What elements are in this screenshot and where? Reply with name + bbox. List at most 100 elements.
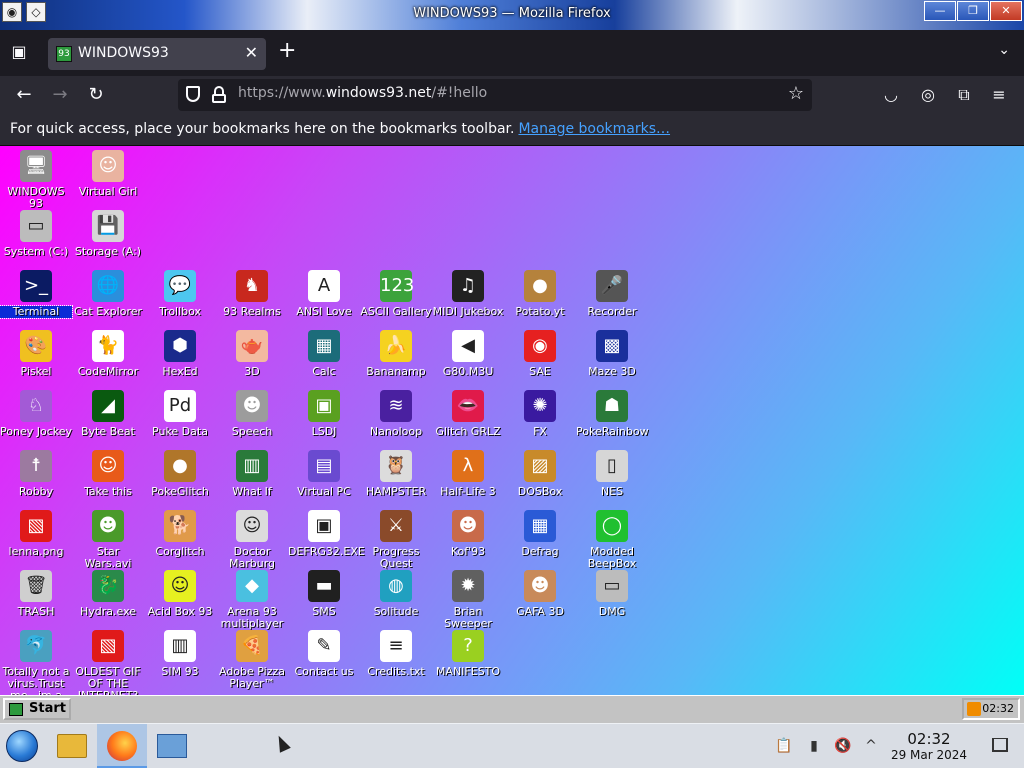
- desktop-icon-take-this[interactable]: ☺ Take this: [72, 450, 144, 498]
- desktop-icon-cat-explorer[interactable]: 🌐 Cat Explorer: [72, 270, 144, 318]
- desktop-icon-storage-a[interactable]: 💾 Storage (A:): [72, 210, 144, 258]
- desktop-icon-virtual-pc[interactable]: ▤ Virtual PC: [288, 450, 360, 498]
- desktop-icon-corglitch[interactable]: 🐕 Corglitch: [144, 510, 216, 558]
- desktop-icon-gafa-3d[interactable]: ☻ GAFA 3D: [504, 570, 576, 618]
- account-icon[interactable]: ◎: [917, 84, 939, 106]
- desktop-icon-93-realms[interactable]: ♞ 93 Realms: [216, 270, 288, 318]
- new-tab-button[interactable]: +: [278, 40, 296, 62]
- volume-muted-icon[interactable]: 🔇: [834, 737, 852, 755]
- desktop-icon-pokeglitch[interactable]: ● PokeGlitch: [144, 450, 216, 498]
- desktop-icon-dmg[interactable]: ▭ DMG: [576, 570, 648, 618]
- close-tab-icon[interactable]: ✕: [245, 43, 258, 62]
- desktop-icon-lenna-png[interactable]: ▧ lenna.png: [0, 510, 72, 558]
- desktop-icon-lsdj[interactable]: ▣ LSDJ: [288, 390, 360, 438]
- back-button[interactable]: ←: [12, 84, 36, 106]
- pocket-icon[interactable]: ◡: [880, 84, 902, 106]
- desktop-icon-sms[interactable]: ▬ SMS: [288, 570, 360, 618]
- desktop-icon-nes[interactable]: ▯ NES: [576, 450, 648, 498]
- desktop-icon-fx[interactable]: ✺ FX: [504, 390, 576, 438]
- desktop-icon-modded-beepbox[interactable]: ◯ Modded BeepBox: [576, 510, 648, 570]
- manage-bookmarks-link[interactable]: Manage bookmarks…: [518, 121, 670, 137]
- start-orb-button[interactable]: [0, 724, 50, 768]
- desktop-icon-recorder[interactable]: 🎤 Recorder: [576, 270, 648, 318]
- desktop-icon-sim-93[interactable]: ▥ SIM 93: [144, 630, 216, 678]
- desktop-icon-oldest-gif-of-the-internet[interactable]: ▧OLDEST GIF OF THE INTERNET?: [72, 630, 144, 695]
- desktop-icon-brian-sweeper[interactable]: ✹ Brian Sweeper: [432, 570, 504, 630]
- desktop-icon-defrg32-exe[interactable]: ▣ DEFRG32.EXE: [288, 510, 365, 558]
- desktop-icon-doctor-marburg[interactable]: ☺ Doctor Marburg: [216, 510, 288, 570]
- desktop-icon-poney-jockey[interactable]: ♘ Poney Jockey: [0, 390, 72, 438]
- desktop-icon-solitude[interactable]: ◍ Solitude: [360, 570, 432, 618]
- desktop-icon-trash[interactable]: 🗑 TRASH: [0, 570, 72, 618]
- url-bar[interactable]: https://www.windows93.net/#!hello ☆: [178, 79, 812, 111]
- desktop-icon-progress-quest[interactable]: ⚔ Progress Quest: [360, 510, 432, 570]
- desktop-icon-terminal[interactable]: >_ Terminal: [0, 270, 73, 319]
- desktop-icon-calc[interactable]: ▦ Calc: [288, 330, 360, 378]
- firefox-view-icon[interactable]: ▣: [8, 42, 30, 64]
- desktop-icon-potato-yt[interactable]: ● Potato.yt: [504, 270, 576, 318]
- desktop-icon-glitch-grlz[interactable]: 👄 Glitch GRLZ: [432, 390, 504, 438]
- desktop-icon-kof-93[interactable]: ☻ Kof'93: [432, 510, 504, 558]
- windows93-tray[interactable]: 02:32: [962, 698, 1020, 720]
- desktop-icon-g80-m3u[interactable]: ◀ G80.M3U: [432, 330, 504, 378]
- minimize-button[interactable]: —: [924, 1, 956, 21]
- tab-windows93[interactable]: 93 WINDOWS93 ✕: [48, 38, 266, 70]
- desktop-icon-maze-3d[interactable]: ▩ Maze 3D: [576, 330, 648, 378]
- desktop-icon-contact-us[interactable]: ✎ Contact us: [288, 630, 360, 678]
- desktop-icon-trollbox[interactable]: 💬 Trollbox: [144, 270, 216, 318]
- desktop-icon-sae[interactable]: ◉ SAE: [504, 330, 576, 378]
- desktop-icon-arena-93-multiplayer[interactable]: ◆ Arena 93 multiplayer: [216, 570, 288, 630]
- desktop-icon-star-wars-avi[interactable]: ☻ Star Wars.avi: [72, 510, 144, 570]
- desktop-icon-credits-txt[interactable]: ≡ Credits.txt: [360, 630, 432, 678]
- tracking-protection-icon[interactable]: [186, 86, 200, 102]
- forward-button[interactable]: →: [48, 84, 72, 106]
- url-text[interactable]: https://www.windows93.net/#!hello: [238, 85, 487, 101]
- desktop-icon-bananamp[interactable]: 🍌 Bananamp: [360, 330, 432, 378]
- clipboard-icon[interactable]: 📋: [775, 737, 793, 755]
- lock-icon[interactable]: [212, 86, 226, 103]
- start-button[interactable]: Start: [3, 698, 71, 720]
- bookmark-star-icon[interactable]: ☆: [788, 83, 804, 104]
- desktop-icon-defrag[interactable]: ▦ Defrag: [504, 510, 576, 558]
- desktop-icon-hexed[interactable]: ⬢ HexEd: [144, 330, 216, 378]
- desktop-icon-pokerainbow[interactable]: ☗ PokeRainbow: [576, 390, 649, 438]
- maximize-button[interactable]: ❐: [957, 1, 989, 21]
- list-all-tabs-button[interactable]: ⌄: [998, 42, 1010, 58]
- desktop-icon-puke-data[interactable]: Pd Puke Data: [144, 390, 216, 438]
- reload-button[interactable]: ↻: [84, 84, 108, 106]
- tray-expand-icon[interactable]: ^: [862, 737, 880, 755]
- taskbar-explorer[interactable]: [48, 724, 98, 768]
- desktop-icon-dosbox[interactable]: ▨ DOSBox: [504, 450, 576, 498]
- host-clock[interactable]: 02:32 29 Mar 2024: [880, 730, 978, 763]
- desktop-icon-adobe-pizza-player[interactable]: 🍕 Adobe Pizza Player™: [216, 630, 288, 690]
- desktop-icon-manifesto[interactable]: ? MANIFESTO: [432, 630, 504, 678]
- windows93-desktop[interactable]: 🖥 WINDOWS 93 ☺ Virtual Girl ▭ System (C:) 💾 Sto…: [0, 146, 1024, 695]
- desktop-icon-windows-93[interactable]: 🖥 WINDOWS 93: [0, 150, 72, 210]
- desktop-icon-ascii-gallery[interactable]: 123 ASCII Gallery: [360, 270, 432, 318]
- desktop-icon-midi-jukebox[interactable]: ♫ MIDI Jukebox: [432, 270, 504, 318]
- desktop-icon-what-if[interactable]: ▥ What If: [216, 450, 288, 498]
- desktop-icon-piskel[interactable]: 🎨 Piskel: [0, 330, 72, 378]
- menu-icon[interactable]: ≡: [988, 84, 1010, 106]
- desktop-icon-hampster[interactable]: 🦉 HAMPSTER: [360, 450, 432, 498]
- taskbar-firefox[interactable]: [97, 724, 147, 768]
- show-desktop-icon[interactable]: [992, 738, 1008, 752]
- desktop-icon-system-c[interactable]: ▭ System (C:): [0, 210, 72, 258]
- battery-icon[interactable]: ▮: [805, 737, 823, 755]
- extensions-icon[interactable]: ⧉: [953, 84, 975, 106]
- desktop-icon-byte-beat[interactable]: ◢ Byte Beat: [72, 390, 144, 438]
- close-window-button[interactable]: ✕: [990, 1, 1022, 21]
- desktop-icon-speech[interactable]: ☻ Speech: [216, 390, 288, 438]
- desktop-icon-virtual-girl[interactable]: ☺ Virtual Girl: [72, 150, 144, 198]
- desktop-icon-half-life-3[interactable]: λ Half-Life 3: [432, 450, 504, 498]
- rss-icon[interactable]: [967, 702, 981, 716]
- desktop-icon-totally-not-a-virus-trust-me-im-a-dolphin[interactable]: 🐬Totally not a virus.Trust me...im a dol…: [0, 630, 72, 695]
- desktop-icon-hydra-exe[interactable]: 🐉 Hydra.exe: [72, 570, 144, 618]
- taskbar-control-panel[interactable]: [148, 724, 198, 768]
- desktop-icon-codemirror[interactable]: 🐈 CodeMirror: [72, 330, 144, 378]
- desktop-icon-robby[interactable]: ☨ Robby: [0, 450, 72, 498]
- desktop-icon-3d[interactable]: 🫖 3D: [216, 330, 288, 378]
- desktop-icon-ansi-love[interactable]: A ANSI Love: [288, 270, 360, 318]
- desktop-icon-acid-box-93[interactable]: ☺ Acid Box 93: [144, 570, 216, 618]
- desktop-icon-nanoloop[interactable]: ≋ Nanoloop: [360, 390, 432, 438]
